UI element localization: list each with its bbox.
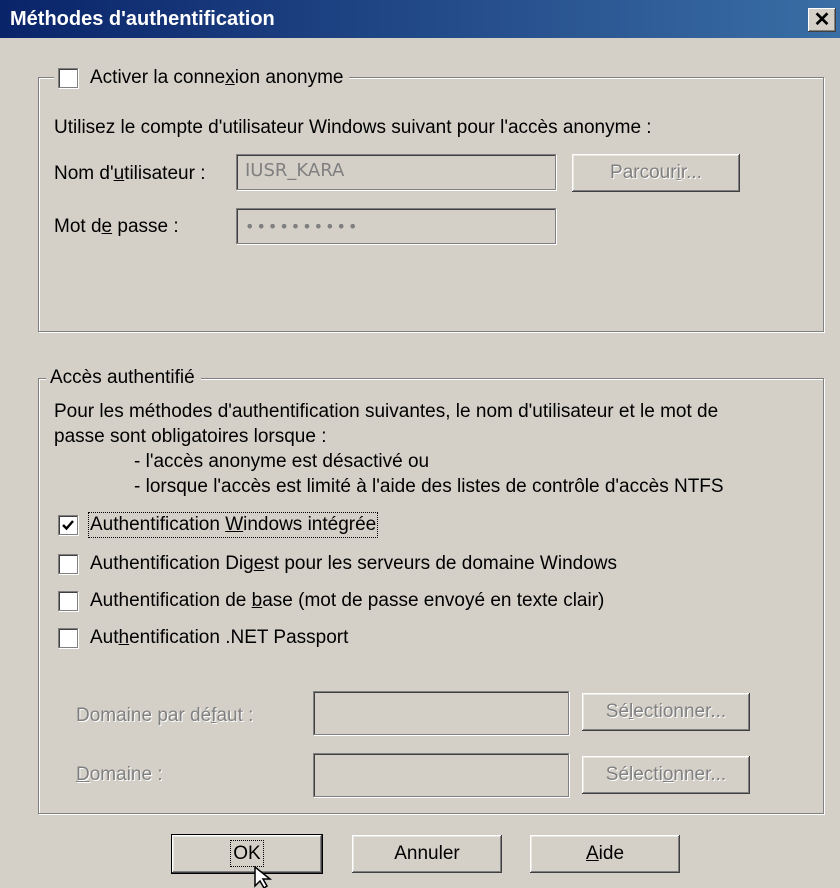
option-windows-integrated[interactable]: Authentification Windows intégrée — [58, 512, 379, 538]
close-icon: ✕ — [813, 9, 831, 31]
option-basic[interactable]: Authentification de base (mot de passe e… — [58, 590, 604, 612]
cancel-button[interactable]: Annuler — [352, 835, 502, 873]
select-default-domain-button[interactable]: Sélectionner... — [582, 693, 750, 731]
authenticated-access-legend: Accès authentifié — [46, 366, 201, 390]
close-button[interactable]: ✕ — [808, 8, 836, 32]
windows-integrated-label: Authentification Windows intégrée — [87, 512, 379, 538]
option-digest[interactable]: Authentification Digest pour les serveur… — [58, 553, 617, 575]
default-domain-field[interactable] — [313, 691, 569, 735]
basic-label: Authentification de base (mot de passe e… — [90, 590, 605, 611]
windows-integrated-checkbox[interactable] — [58, 515, 78, 535]
digest-label: Authentification Digest pour les serveur… — [90, 553, 618, 574]
anonymous-access-checkbox[interactable] — [58, 68, 78, 88]
passport-label: Authentification .NET Passport — [90, 627, 349, 648]
window-title: Méthodes d'authentification — [10, 8, 275, 30]
anonymous-description: Utilisez le compte d'utilisateur Windows… — [54, 117, 652, 138]
password-label: Mot de passe : — [54, 216, 179, 237]
anonymous-access-group — [38, 77, 824, 332]
passport-checkbox[interactable] — [58, 628, 78, 648]
anonymous-access-legend[interactable]: Activer la connexion anonyme — [54, 66, 350, 90]
basic-checkbox[interactable] — [58, 591, 78, 611]
digest-checkbox[interactable] — [58, 554, 78, 574]
browse-button[interactable]: Parcourir... — [572, 154, 740, 192]
checkmark-icon — [62, 520, 74, 531]
title-bar: Méthodes d'authentification ✕ — [0, 0, 840, 38]
password-field[interactable]: •••••••••• — [236, 208, 556, 244]
option-passport[interactable]: Authentification .NET Passport — [58, 627, 348, 649]
realm-label: Domaine : — [76, 764, 163, 785]
help-button[interactable]: Aide — [530, 835, 680, 873]
select-realm-button[interactable]: Sélectionner... — [582, 756, 750, 794]
realm-field[interactable] — [313, 753, 569, 797]
authenticated-bullet-2: - lorsque l'accès est limité à l'aide de… — [134, 476, 724, 497]
authenticated-bullet-1: - l'accès anonyme est désactivé ou — [134, 451, 430, 472]
anonymous-access-label: Activer la connexion anonyme — [90, 67, 344, 88]
ok-button[interactable]: OK — [171, 834, 323, 874]
default-domain-label: Domaine par défaut : — [76, 705, 254, 726]
authenticated-desc-line2: passe sont obligatoires lorsque : — [54, 426, 327, 447]
authenticated-desc-line1: Pour les méthodes d'authentification sui… — [54, 401, 719, 422]
mouse-cursor-icon — [254, 866, 273, 888]
username-label: Nom d'utilisateur : — [54, 163, 206, 184]
username-field[interactable]: IUSR_KARA — [236, 154, 556, 190]
